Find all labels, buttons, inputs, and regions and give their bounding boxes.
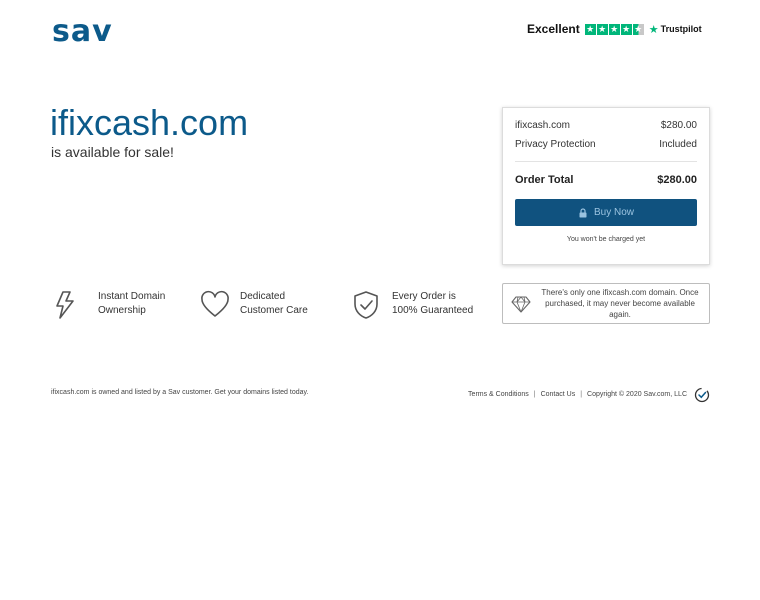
feature-guarantee: Every Order is 100% Guaranteed [351,290,473,320]
order-total-value: $280.00 [657,174,697,186]
order-divider [515,161,697,162]
feature-line: Every Order is [392,291,456,302]
feature-customer-care: Dedicated Customer Care [200,290,308,320]
domain-name-title: ifixcash.com [50,102,249,143]
notice-line: purchased, it may never become available… [545,299,695,319]
star-icon: ★ [584,23,596,35]
footer-separator: | [533,391,536,398]
order-total-label: Order Total [515,174,574,186]
notice-line: There's only one ifixcash.com domain. On… [541,288,699,297]
rating-stars: ★ ★ ★ ★ ★ [584,23,644,35]
availability-subtitle: is available for sale! [51,144,174,160]
order-line-domain: ifixcash.com $280.00 [515,120,697,131]
copyright-text: Copyright © 2020 Sav.com, LLC [587,391,687,398]
order-line-value: Included [659,139,697,150]
trustpilot-logo: ★ Trustpilot [649,23,702,36]
feature-line: Instant Domain [98,291,166,302]
feature-text: Instant Domain Ownership [98,290,165,318]
shield-check-icon [354,291,378,319]
half-star-icon: ★ [632,23,644,35]
order-line-label: Privacy Protection [515,139,596,150]
trust-rating-label: Excellent [527,22,580,36]
unique-domain-notice: There's only one ifixcash.com domain. On… [502,283,710,324]
feature-text: Every Order is 100% Guaranteed [392,290,473,318]
security-badge-icon[interactable] [694,387,710,403]
buy-now-label: Buy Now [593,207,634,218]
star-icon: ★ [608,23,620,35]
diamond-icon [511,295,531,313]
trustpilot-rating[interactable]: Excellent ★ ★ ★ ★ ★ ★ Trustpilot [527,22,702,36]
star-icon: ★ [620,23,632,35]
unique-notice-text: There's only one ifixcash.com domain. On… [539,287,701,320]
terms-link[interactable]: Terms & Conditions [468,391,529,398]
feature-text: Dedicated Customer Care [240,290,308,318]
contact-link[interactable]: Contact Us [541,391,576,398]
lightning-icon [56,291,74,319]
order-summary-card: ifixcash.com $280.00 Privacy Protection … [502,107,710,265]
buy-now-button[interactable]: Buy Now [515,199,697,226]
sav-logo[interactable]: sav [52,14,113,49]
star-icon: ★ [596,23,608,35]
trustpilot-star-icon: ★ [648,23,659,36]
not-charged-note: You won't be charged yet [566,236,646,243]
feature-line: 100% Guaranteed [392,305,474,316]
order-line-privacy: Privacy Protection Included [515,139,697,150]
order-line-value: $280.00 [660,120,697,131]
feature-line: Customer Care [240,305,308,316]
heart-icon [201,290,229,317]
feature-line: Ownership [98,305,146,316]
footer-links: Terms & Conditions | Contact Us | Copyri… [468,391,687,398]
footer-ownership-text: ifixcash.com is owned and listed by a Sa… [51,389,309,396]
feature-instant-ownership: Instant Domain Ownership [51,290,165,320]
lock-icon [579,207,587,217]
footer-separator: | [580,391,583,398]
order-line-label: ifixcash.com [515,120,571,131]
feature-line: Dedicated [240,291,286,302]
order-total-row: Order Total $280.00 [515,174,697,186]
trustpilot-brand-label: Trustpilot [660,24,702,34]
